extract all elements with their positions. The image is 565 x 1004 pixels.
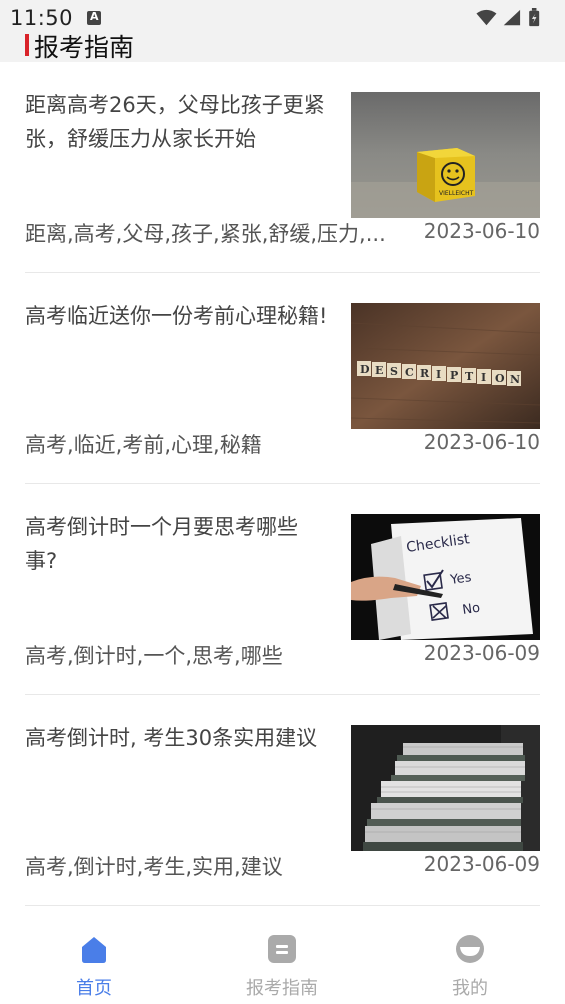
header-accent-bar bbox=[25, 34, 29, 56]
svg-text:I: I bbox=[436, 368, 441, 381]
battery-icon bbox=[529, 8, 540, 27]
status-icons bbox=[476, 8, 540, 27]
article-date: 2023-06-09 bbox=[423, 641, 540, 665]
tab-profile-label: 我的 bbox=[452, 978, 488, 999]
a-notification-icon bbox=[87, 10, 101, 25]
article-card[interactable]: 高考倒计时, 考生30条实用建议 高考,倒计时,考生,实用,建议 2023-06… bbox=[25, 695, 540, 906]
svg-text:No: No bbox=[461, 601, 481, 618]
article-thumbnail: D E S C R I P T I O N bbox=[351, 303, 540, 429]
page-title: 报考指南 bbox=[34, 33, 135, 62]
svg-text:Yes: Yes bbox=[448, 570, 472, 588]
svg-text:C: C bbox=[405, 366, 414, 379]
signal-icon bbox=[503, 9, 521, 26]
tab-guide[interactable]: 报考指南 bbox=[188, 918, 376, 1004]
svg-text:P: P bbox=[450, 369, 458, 382]
yellow-dice-photo: VIELLEICHT bbox=[351, 92, 540, 218]
article-tags: 高考,倒计时,考生,实用,建议 bbox=[25, 855, 283, 879]
profile-icon bbox=[456, 935, 484, 963]
svg-text:R: R bbox=[420, 367, 430, 380]
tab-profile[interactable]: 我的 bbox=[376, 918, 564, 1004]
article-tags: 高考,临近,考前,心理,秘籍 bbox=[25, 433, 262, 457]
article-title: 距离高考26天，父母比孩子更紧张，舒缓压力从家长开始 bbox=[25, 93, 325, 151]
article-tags: 高考,倒计时,一个,思考,哪些 bbox=[25, 644, 283, 668]
description-letter-tiles-photo: D E S C R I P T I O N bbox=[351, 303, 540, 429]
svg-text:O: O bbox=[495, 372, 505, 385]
article-date: 2023-06-10 bbox=[423, 430, 540, 454]
page-header: 报考指南 bbox=[0, 33, 565, 62]
tab-guide-label: 报考指南 bbox=[246, 978, 318, 999]
article-thumbnail: Checklist Yes No bbox=[351, 514, 540, 640]
svg-text:VIELLEICHT: VIELLEICHT bbox=[439, 190, 474, 197]
bottom-tab-bar: 首页 报考指南 我的 bbox=[0, 918, 565, 1004]
article-card[interactable]: 高考倒计时一个月要思考哪些事? Checklist Yes No 高考,倒计时,… bbox=[25, 484, 540, 695]
article-date: 2023-06-09 bbox=[423, 852, 540, 876]
article-title: 高考倒计时一个月要思考哪些事? bbox=[25, 515, 298, 573]
svg-text:S: S bbox=[390, 365, 398, 378]
home-icon bbox=[82, 937, 106, 963]
guide-icon bbox=[268, 935, 296, 963]
article-thumbnail bbox=[351, 725, 540, 851]
svg-text:I: I bbox=[481, 371, 486, 384]
article-tags: 距离,高考,父母,孩子,紧张,舒缓,压力,... bbox=[25, 222, 386, 246]
article-card[interactable]: 高考临近送你一份考前心理秘籍! D E S C R I P T I O N 高考… bbox=[25, 273, 540, 484]
tab-home-label: 首页 bbox=[76, 978, 112, 999]
article-card[interactable]: 距离高考26天，父母比孩子更紧张，舒缓压力从家长开始 VIELLEICHT 距离… bbox=[25, 62, 540, 273]
status-time: 11:50 bbox=[10, 6, 74, 30]
svg-text:D: D bbox=[360, 363, 370, 376]
svg-text:N: N bbox=[510, 373, 520, 386]
svg-text:E: E bbox=[375, 364, 383, 377]
article-title: 高考临近送你一份考前心理秘籍! bbox=[25, 304, 328, 328]
stacked-binders-photo bbox=[351, 725, 540, 851]
article-date: 2023-06-10 bbox=[423, 219, 540, 243]
tab-home[interactable]: 首页 bbox=[0, 918, 188, 1004]
wifi-icon bbox=[476, 9, 497, 26]
article-thumbnail: VIELLEICHT bbox=[351, 92, 540, 218]
checklist-photo: Checklist Yes No bbox=[351, 514, 540, 640]
article-title: 高考倒计时, 考生30条实用建议 bbox=[25, 726, 318, 750]
svg-text:T: T bbox=[465, 370, 474, 383]
